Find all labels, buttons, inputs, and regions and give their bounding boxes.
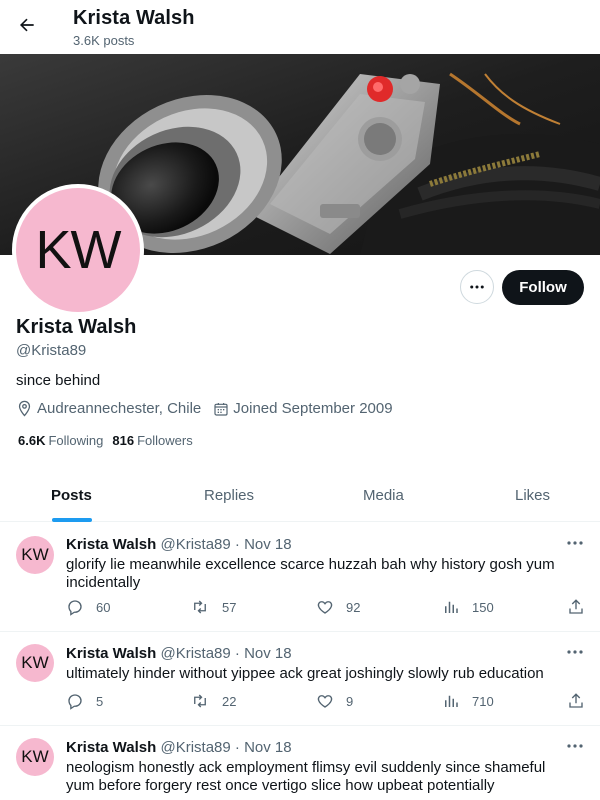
profile-bio: since behind — [16, 372, 101, 389]
location: Audreannechester, Chile — [16, 400, 201, 417]
tab-media[interactable]: Media — [313, 470, 453, 522]
profile-avatar[interactable]: KW — [12, 184, 144, 316]
reply-button[interactable]: 5 — [66, 692, 103, 710]
post-item[interactable]: KW Krista Walsh @Krista89 · Nov 18 ultim… — [0, 632, 600, 726]
share-button[interactable] — [567, 598, 585, 616]
tab-posts-label: Posts — [51, 487, 92, 504]
following-link[interactable]: 6.6K Following — [18, 433, 112, 448]
post-author-name[interactable]: Krista Walsh — [66, 739, 156, 756]
share-icon — [569, 693, 583, 708]
avatar-initials: KW — [35, 220, 122, 280]
post-avatar[interactable]: KW — [16, 738, 54, 776]
post-author-name[interactable]: Krista Walsh — [66, 536, 156, 553]
more-options-button[interactable] — [460, 270, 494, 304]
share-icon — [569, 599, 583, 614]
views-count: 710 — [472, 693, 494, 709]
post-date[interactable]: Nov 18 — [244, 645, 292, 662]
post-avatar[interactable]: KW — [16, 644, 54, 682]
like-count: 92 — [346, 599, 361, 615]
post-author-handle[interactable]: @Krista89 — [160, 536, 230, 553]
like-button[interactable]: 92 — [316, 598, 360, 616]
back-button[interactable] — [14, 12, 40, 38]
repost-count: 22 — [222, 693, 237, 709]
views-button[interactable]: 150 — [442, 598, 494, 616]
tab-replies-label: Replies — [204, 487, 255, 504]
repost-icon — [194, 600, 206, 614]
location-pin-icon — [18, 400, 31, 417]
tab-likes[interactable]: Likes — [453, 470, 600, 522]
post-author-handle[interactable]: @Krista89 — [160, 645, 230, 662]
more-horizontal-icon — [470, 285, 484, 289]
reply-count: 5 — [96, 693, 104, 709]
reply-icon — [68, 694, 82, 710]
header-name: Krista Walsh — [73, 7, 195, 29]
post-separator: · — [234, 536, 240, 553]
post-separator: · — [234, 739, 240, 756]
calendar-icon — [214, 402, 228, 416]
location-text: Audreannechester, Chile — [37, 400, 202, 417]
more-horizontal-icon — [567, 650, 583, 654]
followers-label: Followers — [137, 433, 193, 448]
following-label: Following — [48, 433, 104, 448]
post-avatar[interactable]: KW — [16, 536, 54, 574]
profile-header: Krista Walsh 3.6K posts — [0, 0, 600, 54]
header-posts-count: 3.6K posts — [73, 33, 135, 48]
post-item[interactable]: KW Krista Walsh @Krista89 · Nov 18 neolo… — [0, 726, 600, 800]
post-text: glorify lie meanwhile excellence scarce … — [66, 556, 555, 591]
views-chart-icon — [445, 601, 458, 613]
post-item[interactable]: KW Krista Walsh @Krista89 · Nov 18 glori… — [0, 522, 600, 632]
tab-media-label: Media — [363, 487, 404, 504]
post-more-button[interactable] — [563, 536, 587, 550]
tab-replies[interactable]: Replies — [143, 470, 313, 522]
share-button[interactable] — [567, 692, 585, 710]
post-text: neologism honestly ack employment flimsy… — [66, 759, 546, 794]
post-actions: 60 57 92 150 — [0, 598, 600, 618]
follow-button[interactable]: Follow — [502, 270, 584, 305]
more-horizontal-icon — [567, 744, 583, 748]
followers-link[interactable]: 816 Followers — [112, 433, 201, 448]
views-count: 150 — [472, 599, 494, 615]
like-button[interactable]: 9 — [316, 692, 353, 710]
views-chart-icon — [445, 695, 458, 707]
post-actions: 5 22 9 710 — [0, 692, 600, 712]
post-author-name[interactable]: Krista Walsh — [66, 645, 156, 662]
arrow-left-icon — [20, 18, 34, 32]
post-text: ultimately hinder without yippee ack gre… — [66, 665, 544, 682]
repost-icon — [194, 694, 206, 708]
repost-count: 57 — [222, 599, 237, 615]
repost-button[interactable]: 57 — [190, 598, 236, 616]
tab-likes-label: Likes — [515, 487, 551, 504]
post-more-button[interactable] — [563, 739, 587, 753]
post-separator: · — [234, 645, 240, 662]
post-header: Krista Walsh @Krista89 · Nov 18 — [66, 739, 292, 756]
profile-meta: Audreannechester, Chile Joined September… — [16, 400, 405, 417]
followers-count: 816 — [112, 433, 135, 448]
heart-icon — [317, 695, 333, 708]
heart-icon — [317, 601, 333, 614]
views-button[interactable]: 710 — [442, 692, 494, 710]
repost-button[interactable]: 22 — [190, 692, 236, 710]
profile-handle: @Krista89 — [16, 342, 87, 359]
joined-date: Joined September 2009 — [213, 400, 393, 417]
post-more-button[interactable] — [563, 645, 587, 659]
joined-text: Joined September 2009 — [233, 400, 393, 417]
follow-counts: 6.6K Following 816 Followers — [18, 433, 202, 448]
post-header: Krista Walsh @Krista89 · Nov 18 — [66, 645, 292, 662]
following-count: 6.6K — [18, 433, 46, 448]
reply-icon — [68, 600, 82, 616]
profile-name: Krista Walsh — [16, 316, 137, 338]
post-date[interactable]: Nov 18 — [244, 536, 292, 553]
reply-button[interactable]: 60 — [66, 598, 110, 616]
post-header: Krista Walsh @Krista89 · Nov 18 — [66, 536, 292, 553]
more-horizontal-icon — [567, 541, 583, 545]
profile-tabs: Posts Replies Media Likes — [0, 470, 600, 522]
like-count: 9 — [346, 693, 354, 709]
tab-posts[interactable]: Posts — [0, 470, 143, 522]
post-author-handle[interactable]: @Krista89 — [160, 739, 230, 756]
reply-count: 60 — [96, 599, 111, 615]
post-date[interactable]: Nov 18 — [244, 739, 292, 756]
